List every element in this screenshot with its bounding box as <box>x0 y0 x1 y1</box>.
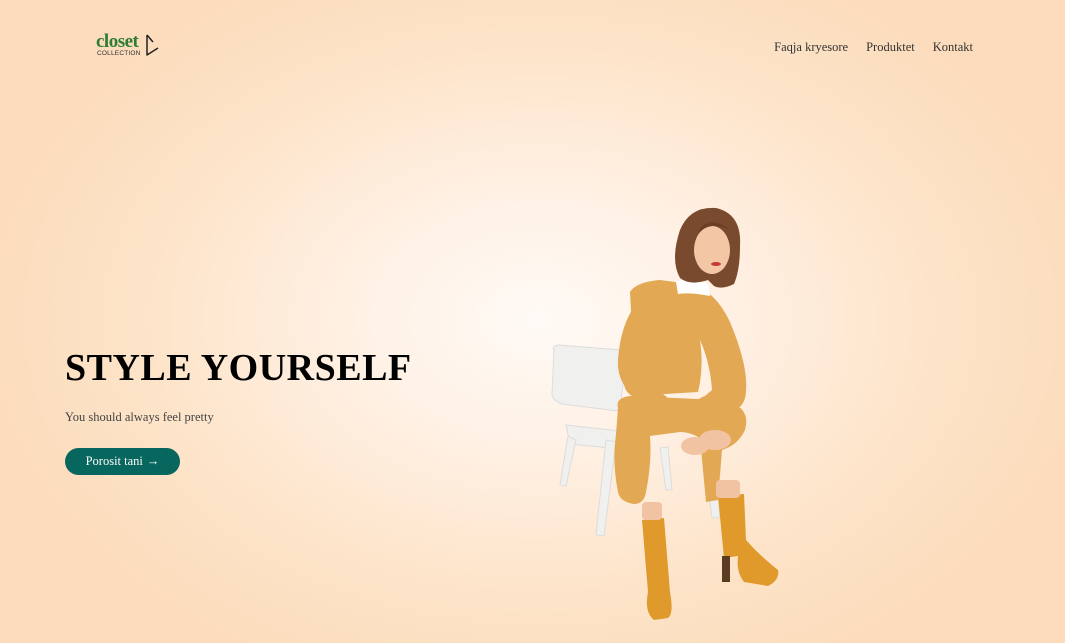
hanger-icon <box>146 34 159 56</box>
nav-link-home[interactable]: Faqja kryesore <box>774 40 848 55</box>
order-now-label: Porosit tani <box>85 454 143 468</box>
face <box>694 226 730 274</box>
boots <box>642 494 779 620</box>
outfit <box>614 280 747 504</box>
hero-subtitle: You should always feel pretty <box>65 410 214 424</box>
main-nav: Faqja kryesore Produktet Kontakt <box>774 40 973 55</box>
nav-link-products[interactable]: Produktet <box>866 40 915 55</box>
logo-subtitle: COLLECTION <box>97 50 141 57</box>
hero-title: STYLE YOURSELF <box>65 347 412 389</box>
brand-logo[interactable]: closet COLLECTION <box>96 31 166 61</box>
order-now-button[interactable]: Porosit tani → <box>65 448 180 475</box>
arrow-right-icon: → <box>146 454 160 468</box>
nav-link-contact[interactable]: Kontakt <box>933 40 973 55</box>
hero-model-image <box>551 207 779 620</box>
